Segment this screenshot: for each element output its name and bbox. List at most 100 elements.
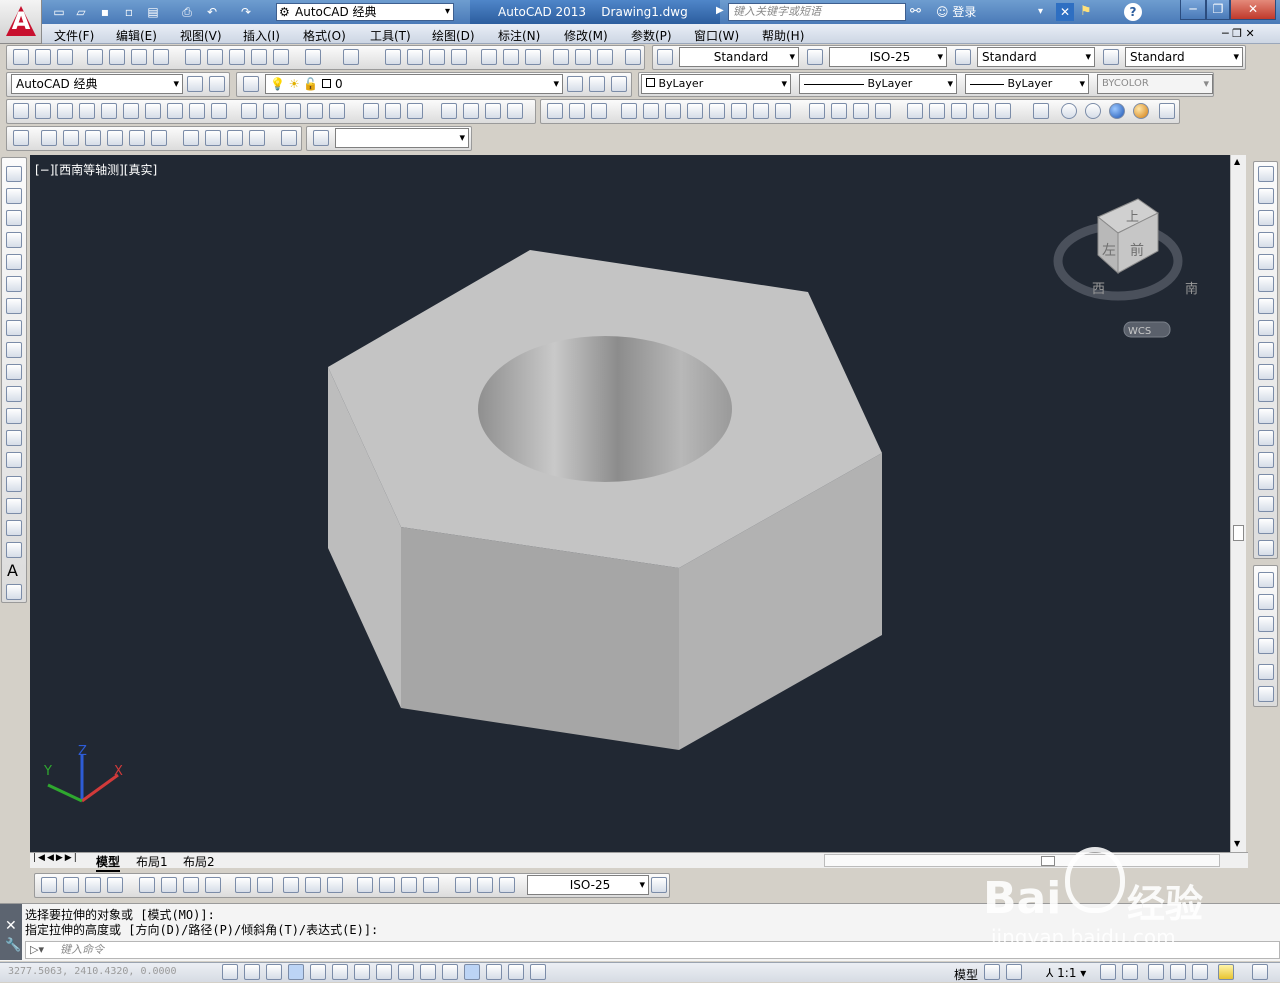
save-icon[interactable] bbox=[57, 49, 73, 65]
polysolid-icon[interactable] bbox=[13, 103, 29, 119]
presspull-icon[interactable] bbox=[263, 103, 279, 119]
baseline-dim-icon[interactable] bbox=[257, 877, 273, 893]
dim-style-control[interactable]: ISO-25 bbox=[527, 875, 649, 895]
restore-button[interactable]: ❐ bbox=[1206, 0, 1230, 20]
move-faces-icon[interactable] bbox=[643, 103, 659, 119]
layer-previous-icon[interactable] bbox=[589, 76, 605, 92]
model-space-button[interactable]: 模型 bbox=[954, 966, 978, 983]
object-snap-tracking-icon[interactable] bbox=[376, 964, 392, 980]
viewcube-left-label[interactable]: 左 bbox=[1102, 243, 1116, 259]
multiline-text-icon[interactable]: A bbox=[7, 561, 18, 580]
dim-break-icon[interactable] bbox=[327, 877, 343, 893]
toolbar-lock-icon[interactable] bbox=[1170, 964, 1186, 980]
transparency-icon[interactable] bbox=[464, 964, 480, 980]
isolate-objects-icon[interactable] bbox=[1218, 964, 1234, 980]
redo-icon[interactable]: ↷ bbox=[237, 4, 255, 20]
selection-cycling-icon[interactable] bbox=[508, 964, 524, 980]
open-icon[interactable] bbox=[35, 49, 51, 65]
coordinates-display[interactable]: 3277.5063, 2410.4320, 0.0000 bbox=[8, 966, 177, 977]
subtract-icon[interactable] bbox=[385, 103, 401, 119]
viewcube-front-label[interactable]: 前 bbox=[1130, 242, 1144, 259]
hatch-back-icon[interactable] bbox=[1258, 686, 1274, 702]
named-ucs-dropdown[interactable] bbox=[335, 128, 469, 148]
dim-space-icon[interactable] bbox=[305, 877, 321, 893]
tolerance-icon[interactable] bbox=[357, 877, 373, 893]
union-2-icon[interactable] bbox=[547, 103, 563, 119]
dim-edit-icon[interactable] bbox=[455, 877, 471, 893]
ucs-icon[interactable] bbox=[313, 130, 329, 146]
gradient-icon[interactable] bbox=[6, 498, 22, 514]
annotation-visibility-icon[interactable] bbox=[1100, 964, 1116, 980]
ne-isometric-icon[interactable] bbox=[227, 130, 243, 146]
help-icon[interactable] bbox=[625, 49, 641, 65]
region-icon[interactable] bbox=[6, 520, 22, 536]
menu-dimension[interactable]: 标注(N) bbox=[498, 27, 540, 44]
break-icon[interactable] bbox=[1258, 430, 1274, 446]
ortho-mode-icon[interactable] bbox=[288, 964, 304, 980]
bring-to-front-icon[interactable] bbox=[1258, 572, 1274, 588]
scroll-up-icon[interactable]: ▲ bbox=[1234, 157, 1240, 166]
annotation-scale-button[interactable]: ⅄ 1:1 ▾ bbox=[1046, 966, 1086, 980]
conceptual-icon[interactable] bbox=[1133, 103, 1149, 119]
grid-display-icon[interactable] bbox=[266, 964, 282, 980]
layer-properties-icon[interactable] bbox=[243, 76, 259, 92]
torus-icon[interactable] bbox=[145, 103, 161, 119]
top-view-icon[interactable] bbox=[41, 130, 57, 146]
point-icon[interactable] bbox=[6, 452, 22, 468]
make-block-icon[interactable] bbox=[6, 430, 22, 446]
break-at-point-icon[interactable] bbox=[1258, 408, 1274, 424]
publish-icon[interactable] bbox=[131, 49, 147, 65]
subtract-2-icon[interactable] bbox=[569, 103, 585, 119]
right-view-icon[interactable] bbox=[107, 130, 123, 146]
open-file-icon[interactable]: ▱ bbox=[72, 4, 90, 20]
rectangle-icon[interactable] bbox=[6, 254, 22, 270]
front-view-icon[interactable] bbox=[129, 130, 145, 146]
print-icon[interactable]: ⎙ bbox=[178, 4, 196, 20]
hardware-acceleration-icon[interactable] bbox=[1192, 964, 1208, 980]
close-button[interactable]: ✕ bbox=[1230, 0, 1276, 20]
polar-tracking-icon[interactable] bbox=[310, 964, 326, 980]
slice-icon[interactable] bbox=[907, 103, 923, 119]
angular-dim-icon[interactable] bbox=[205, 877, 221, 893]
cone-icon[interactable] bbox=[79, 103, 95, 119]
table-style-dropdown[interactable]: Standard bbox=[977, 47, 1095, 67]
3d-object-snap-icon[interactable] bbox=[354, 964, 370, 980]
exchange-icon[interactable]: ✕ bbox=[1056, 3, 1074, 21]
extrude-icon[interactable] bbox=[241, 103, 257, 119]
circle-icon[interactable] bbox=[6, 298, 22, 314]
linetype-dropdown[interactable]: ByLayer bbox=[799, 74, 957, 94]
sweep-icon[interactable] bbox=[285, 103, 301, 119]
dynamic-input-icon[interactable] bbox=[420, 964, 436, 980]
menu-parametric[interactable]: 参数(P) bbox=[631, 27, 672, 44]
visual-styles-manager-icon[interactable] bbox=[1159, 103, 1175, 119]
offset-faces-icon[interactable] bbox=[665, 103, 681, 119]
search-input[interactable]: 键入关键字或短语 bbox=[728, 3, 906, 21]
helix-icon[interactable] bbox=[189, 103, 205, 119]
intersect-icon[interactable] bbox=[407, 103, 423, 119]
intersect-2-icon[interactable] bbox=[591, 103, 607, 119]
sign-in-button[interactable]: ☺ 登录 ▾ bbox=[936, 3, 1046, 21]
mirror-icon[interactable] bbox=[1258, 210, 1274, 226]
cylinder-icon[interactable] bbox=[123, 103, 139, 119]
menu-format[interactable]: 格式(O) bbox=[303, 27, 346, 44]
add-selected-icon[interactable] bbox=[6, 584, 22, 600]
lineweight-toggle-icon[interactable] bbox=[442, 964, 458, 980]
help-lock-icon[interactable]: ⚑ bbox=[1080, 4, 1092, 19]
sphere-icon[interactable] bbox=[101, 103, 117, 119]
tab-model[interactable]: 模型 bbox=[96, 853, 121, 872]
scale-icon[interactable] bbox=[1258, 320, 1274, 336]
workspace-dropdown[interactable]: ⚙ AutoCAD 经典 ▾ bbox=[276, 3, 454, 21]
linear-dim-icon[interactable] bbox=[41, 877, 57, 893]
undo-icon[interactable] bbox=[305, 49, 321, 65]
tab-layout1[interactable]: 布局1 bbox=[136, 853, 168, 870]
viewcube-top-label[interactable]: 上 bbox=[1126, 210, 1139, 225]
union-icon[interactable] bbox=[363, 103, 379, 119]
close-command-icon[interactable]: ✕ bbox=[5, 918, 17, 934]
nw-isometric-icon[interactable] bbox=[249, 130, 265, 146]
chamfer-icon[interactable] bbox=[1258, 474, 1274, 490]
send-to-back-icon[interactable] bbox=[1258, 594, 1274, 610]
se-isometric-icon[interactable] bbox=[205, 130, 221, 146]
visual-style-2d-icon[interactable] bbox=[1033, 103, 1049, 119]
menu-insert[interactable]: 插入(I) bbox=[243, 27, 280, 44]
menu-edit[interactable]: 编辑(E) bbox=[116, 27, 157, 44]
